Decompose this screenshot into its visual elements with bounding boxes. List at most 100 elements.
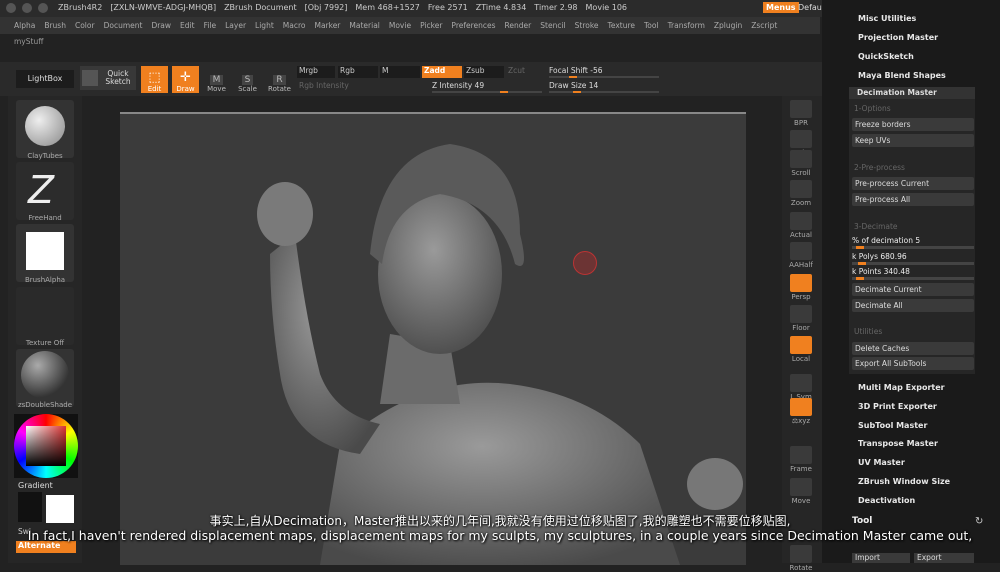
kpolys-track[interactable] xyxy=(852,262,974,265)
plugin-item[interactable]: 3D Print Exporter xyxy=(858,402,937,411)
frame-button[interactable]: Frame xyxy=(788,446,814,473)
zsub-button[interactable]: Zsub xyxy=(464,66,504,78)
move-view-button[interactable]: Move xyxy=(788,478,814,505)
local-button[interactable]: Local xyxy=(788,336,814,363)
export-all-subtools-button[interactable]: Export All SubTools xyxy=(852,357,974,370)
edit-button[interactable]: ⬚ Edit xyxy=(141,66,168,93)
pct-decimation-knob[interactable] xyxy=(856,246,864,249)
z-intensity-track[interactable] xyxy=(432,91,542,93)
z-intensity-knob[interactable] xyxy=(500,91,508,93)
quicksketch-button[interactable]: Quick Sketch xyxy=(80,66,136,90)
menu-file[interactable]: File xyxy=(204,21,217,30)
menu-transform[interactable]: Transform xyxy=(668,21,705,30)
color-square[interactable] xyxy=(26,426,66,466)
menu-layer[interactable]: Layer xyxy=(225,21,246,30)
menu-preferences[interactable]: Preferences xyxy=(451,21,495,30)
kpoints-knob[interactable] xyxy=(856,277,864,280)
plugin-item[interactable]: Deactivation xyxy=(858,496,915,505)
keep-uvs-button[interactable]: Keep UVs xyxy=(852,134,974,147)
plugin-item[interactable]: Multi Map Exporter xyxy=(858,383,945,392)
plugin-item[interactable]: QuickSketch xyxy=(858,52,914,61)
preprocess-all-button[interactable]: Pre-process All xyxy=(852,193,974,206)
draw-size-slider[interactable]: Draw Size 14 xyxy=(549,81,598,90)
menu-alpha[interactable]: Alpha xyxy=(14,21,35,30)
plugin-item[interactable]: Transpose Master xyxy=(858,439,938,448)
texture-button[interactable] xyxy=(16,287,74,345)
plugin-item[interactable]: Maya Blend Shapes xyxy=(858,71,946,80)
rotate-button[interactable]: R Rotate xyxy=(266,66,293,93)
xyz-button[interactable]: ⚖xyz xyxy=(788,398,814,425)
stroke-button[interactable]: Z xyxy=(16,162,74,220)
menu-color[interactable]: Color xyxy=(75,21,95,30)
sculpt-model[interactable] xyxy=(120,114,746,565)
draw-size-knob[interactable] xyxy=(573,91,581,93)
kpolys-slider[interactable]: k Polys 680.96 xyxy=(852,252,974,261)
scroll-button[interactable]: Scroll xyxy=(788,150,814,177)
pct-decimation-slider[interactable]: % of decimation 5 xyxy=(852,236,974,245)
draw-size-track[interactable] xyxy=(549,91,659,93)
plugin-item[interactable]: Misc Utilities xyxy=(858,14,916,23)
menu-picker[interactable]: Picker xyxy=(420,21,442,30)
floor-button[interactable]: Floor xyxy=(788,305,814,332)
menus-button[interactable]: Menus xyxy=(763,2,799,13)
menu-document[interactable]: Document xyxy=(104,21,143,30)
decimate-current-button[interactable]: Decimate Current xyxy=(852,283,974,296)
lightbox-button[interactable]: LightBox xyxy=(16,70,74,88)
menu-light[interactable]: Light xyxy=(255,21,274,30)
menu-movie[interactable]: Movie xyxy=(389,21,411,30)
actual-button[interactable]: Actual xyxy=(788,212,814,239)
scale-button[interactable]: S Scale xyxy=(234,66,261,93)
kpoints-track[interactable] xyxy=(852,277,974,280)
decimate-header[interactable]: 3-Decimate xyxy=(854,222,898,231)
rgb-button[interactable]: Rgb xyxy=(338,66,378,78)
pct-decimation-track[interactable] xyxy=(852,246,974,249)
brush-button[interactable] xyxy=(16,100,74,158)
close-icon[interactable] xyxy=(6,3,16,13)
menu-edit[interactable]: Edit xyxy=(180,21,195,30)
plugin-item[interactable]: SubTool Master xyxy=(858,421,927,430)
import-button[interactable]: Import xyxy=(852,553,910,563)
viewport-canvas[interactable] xyxy=(120,112,746,565)
kpoints-slider[interactable]: k Points 340.48 xyxy=(852,267,974,276)
mrgb-button[interactable]: Mrgb xyxy=(297,66,335,78)
freeze-borders-button[interactable]: Freeze borders xyxy=(852,118,974,131)
focal-shift-track[interactable] xyxy=(549,76,659,78)
utilities-header[interactable]: Utilities xyxy=(854,327,882,336)
menu-zplugin[interactable]: Zplugin xyxy=(714,21,742,30)
focal-shift-knob[interactable] xyxy=(569,76,577,78)
persp-button[interactable]: Persp xyxy=(788,274,814,301)
export-button[interactable]: Export xyxy=(914,553,974,563)
zcut-button[interactable]: Zcut xyxy=(506,66,546,78)
menu-texture[interactable]: Texture xyxy=(608,21,635,30)
gradient-label[interactable]: Gradient xyxy=(18,481,53,490)
menu-draw[interactable]: Draw xyxy=(151,21,171,30)
menu-macro[interactable]: Macro xyxy=(283,21,306,30)
maximize-icon[interactable] xyxy=(38,3,48,13)
options-header[interactable]: 1-Options xyxy=(854,104,891,113)
plugin-item[interactable]: ZBrush Window Size xyxy=(858,477,950,486)
zadd-button[interactable]: Zadd xyxy=(422,66,462,78)
move-button[interactable]: M Move xyxy=(203,66,230,93)
decimate-all-button[interactable]: Decimate All xyxy=(852,299,974,312)
alpha-button[interactable] xyxy=(16,224,74,282)
menu-render[interactable]: Render xyxy=(505,21,532,30)
plugin-item[interactable]: Projection Master xyxy=(858,33,938,42)
plugin-item[interactable]: UV Master xyxy=(858,458,905,467)
preprocess-header[interactable]: 2-Pre-process xyxy=(854,163,905,172)
color-picker[interactable] xyxy=(14,414,78,478)
menu-brush[interactable]: Brush xyxy=(44,21,66,30)
menu-zscript[interactable]: Zscript xyxy=(751,21,777,30)
preprocess-current-button[interactable]: Pre-process Current xyxy=(852,177,974,190)
draw-button[interactable]: ✛ Draw xyxy=(172,66,199,93)
menu-material[interactable]: Material xyxy=(349,21,379,30)
material-button[interactable] xyxy=(16,349,74,407)
zoom-button[interactable]: Zoom xyxy=(788,180,814,207)
rgb-intensity-slider[interactable]: Rgb Intensity xyxy=(299,81,349,90)
kpolys-knob[interactable] xyxy=(858,262,866,265)
menu-stencil[interactable]: Stencil xyxy=(540,21,565,30)
lsym-button[interactable]: L.Sym xyxy=(788,374,814,401)
rotate-view-button[interactable]: Rotate xyxy=(788,545,814,572)
aahalf-button[interactable]: AAHalf xyxy=(788,242,814,269)
z-intensity-slider[interactable]: Z Intensity 49 xyxy=(432,81,484,90)
bpr-button[interactable]: BPR xyxy=(788,100,814,127)
